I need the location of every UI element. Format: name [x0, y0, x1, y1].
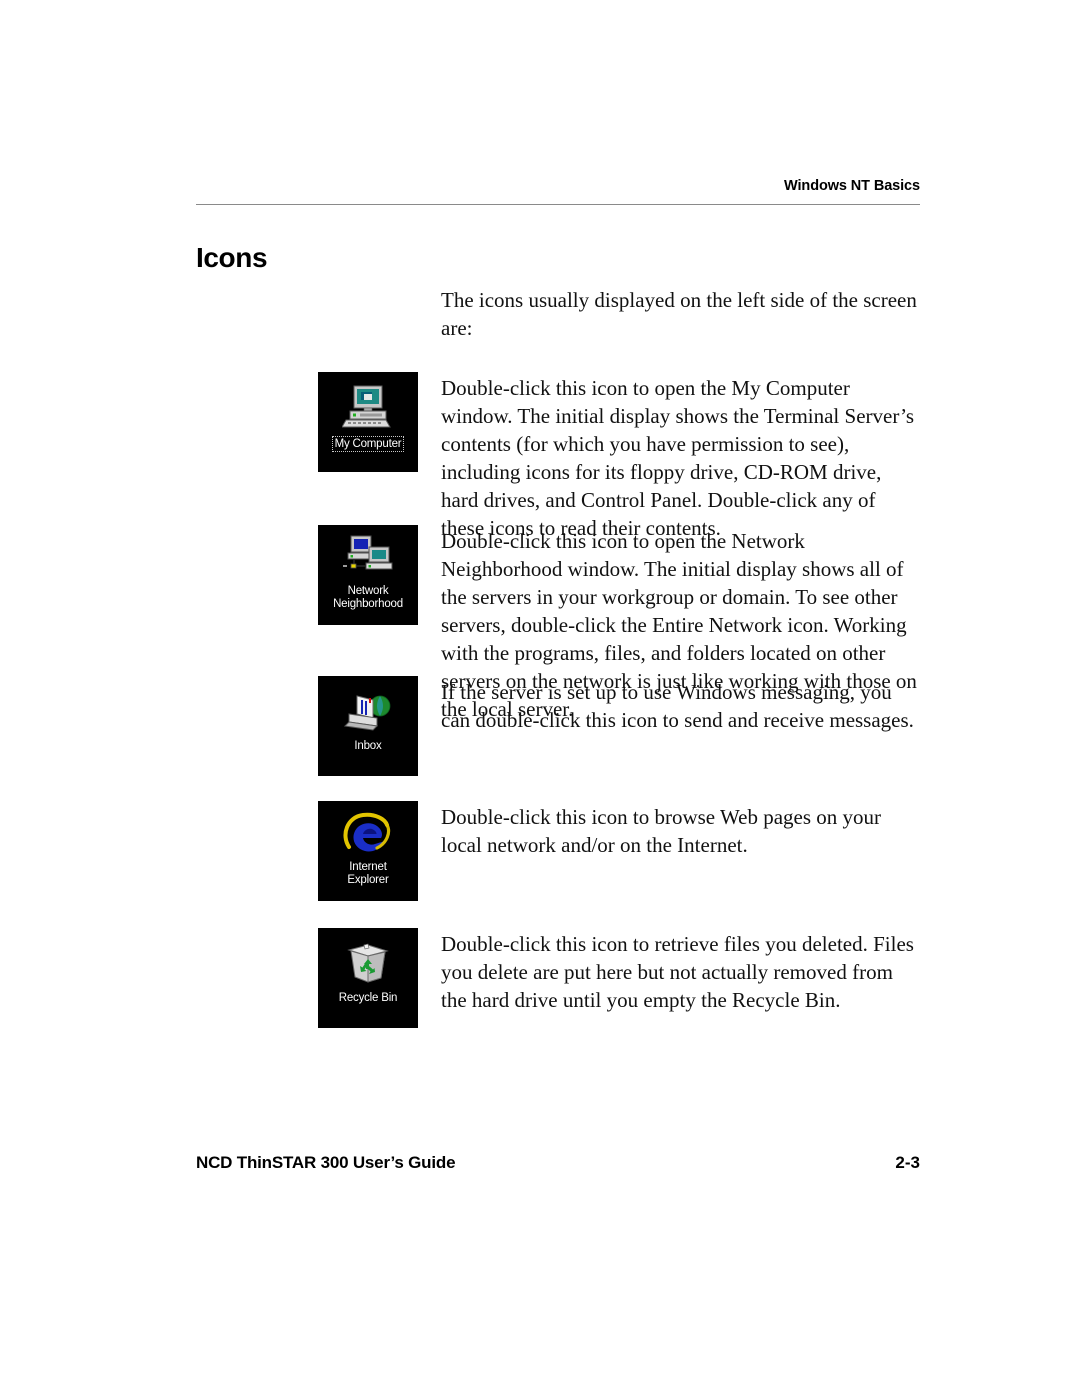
my-computer-icon-label: My Computer: [331, 436, 405, 452]
inbox-icon-label: Inbox: [354, 740, 382, 752]
intro-paragraph: The icons usually displayed on the left …: [441, 288, 917, 340]
recycle-bin-icon-label: Recycle Bin: [338, 992, 398, 1004]
my-computer-description: Double-click this icon to open the My Co…: [441, 376, 915, 540]
internet-explorer-icon-thumbnail: Internet Explorer: [318, 801, 418, 901]
running-head: Windows NT Basics: [784, 178, 920, 194]
inbox-icon-thumbnail: Inbox: [318, 676, 418, 776]
inbox-icon: [318, 690, 418, 732]
internet-explorer-icon-label: Internet Explorer: [347, 861, 389, 886]
recycle-bin-icon-thumbnail: Recycle Bin: [318, 928, 418, 1028]
header-rule: [196, 204, 920, 205]
internet-explorer-description: Double-click this icon to browse Web pag…: [441, 805, 881, 857]
network-neighborhood-icon-label: Network Neighborhood: [333, 585, 403, 610]
page-title: Icons: [196, 242, 268, 273]
recycle-bin-icon: [318, 942, 418, 984]
my-computer-icon-thumbnail: My Computer: [318, 372, 418, 472]
recycle-bin-description: Double-click this icon to retrieve files…: [441, 932, 914, 1012]
inbox-description: If the server is set up to use Windows m…: [441, 680, 914, 732]
network-neighborhood-icon-thumbnail: Network Neighborhood: [318, 525, 418, 625]
my-computer-icon: [318, 384, 418, 430]
network-neighborhood-icon: [318, 535, 418, 577]
internet-explorer-icon: [318, 811, 418, 857]
document-page: Windows NT Basics Icons The icons usuall…: [0, 0, 1080, 1397]
footer-page-number: 2-3: [895, 1153, 920, 1172]
